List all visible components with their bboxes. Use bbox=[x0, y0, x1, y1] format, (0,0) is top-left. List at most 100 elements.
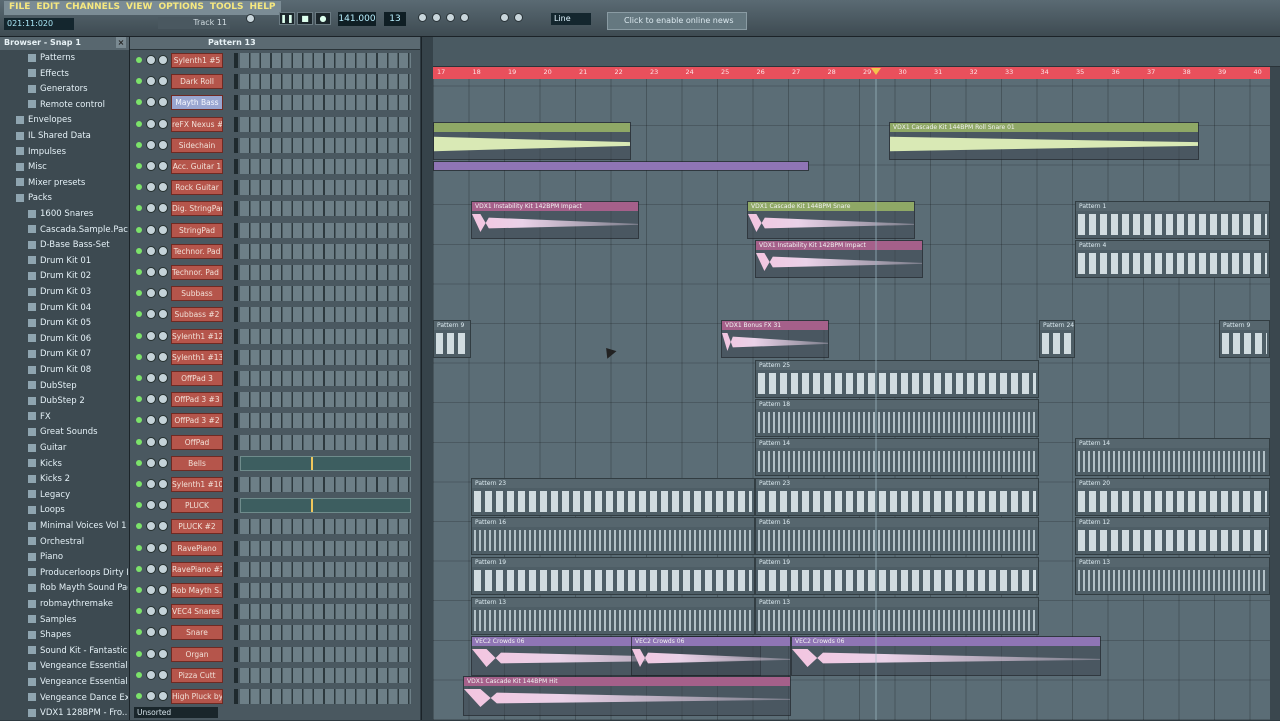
tool-icon[interactable] bbox=[446, 13, 455, 22]
step-sequencer[interactable] bbox=[240, 307, 411, 323]
channel-button[interactable]: OffPad 3 bbox=[171, 371, 223, 386]
pan-knob[interactable] bbox=[146, 436, 156, 447]
step-sequencer[interactable] bbox=[240, 286, 411, 302]
pattern-clip[interactable]: Pattern 13 bbox=[1075, 557, 1270, 595]
step-sequencer[interactable] bbox=[240, 349, 411, 365]
volume-knob[interactable] bbox=[158, 691, 168, 701]
browser-item[interactable]: Minimal Voices Vol 1 bbox=[0, 519, 128, 534]
pattern-clip[interactable]: Pattern 13 bbox=[471, 597, 755, 635]
channel-led[interactable] bbox=[136, 99, 142, 106]
pan-knob[interactable] bbox=[146, 500, 156, 511]
volume-knob[interactable] bbox=[158, 351, 168, 362]
channel-button[interactable]: Sylenth1 #13 bbox=[171, 349, 223, 365]
pattern-clip[interactable]: Pattern 14 bbox=[1075, 438, 1270, 476]
browser-item[interactable]: Patterns bbox=[0, 51, 128, 66]
playback-marker-icon[interactable] bbox=[871, 68, 881, 75]
volume-knob[interactable] bbox=[158, 76, 168, 87]
step-sequencer[interactable] bbox=[240, 583, 411, 598]
channel-led[interactable] bbox=[136, 544, 142, 551]
channel-led[interactable] bbox=[136, 375, 142, 381]
channel-button[interactable]: reFX Nexus #3 bbox=[171, 116, 223, 132]
browser-item[interactable]: Drum Kit 07 bbox=[0, 347, 128, 362]
browser-item[interactable]: Producerloops Dirty K... bbox=[0, 566, 128, 581]
browser-item[interactable]: FX bbox=[0, 410, 128, 425]
volume-knob[interactable] bbox=[158, 415, 168, 426]
pan-knob[interactable] bbox=[146, 648, 156, 659]
browser-item[interactable]: Effects bbox=[0, 67, 128, 82]
channel-led[interactable] bbox=[136, 417, 142, 424]
step-sequencer[interactable] bbox=[240, 392, 411, 408]
browser-item[interactable]: 1600 Snares bbox=[0, 207, 128, 222]
pan-knob[interactable] bbox=[146, 267, 156, 277]
pattern-clip[interactable]: Pattern 12 bbox=[1075, 517, 1270, 555]
pattern-clip[interactable]: Pattern 13 bbox=[755, 597, 1039, 635]
record-button[interactable]: ● bbox=[315, 12, 331, 25]
audio-clip[interactable]: VDX1 Instability Kit 142BPM Impact bbox=[471, 201, 639, 239]
browser-item[interactable]: Piano bbox=[0, 550, 128, 565]
browser-item[interactable]: Drum Kit 06 bbox=[0, 332, 128, 347]
channel-button[interactable]: OffPad 3 #2 bbox=[171, 413, 223, 429]
pan-knob[interactable] bbox=[146, 415, 156, 426]
menu-file[interactable]: FILE bbox=[7, 1, 32, 15]
step-sequencer[interactable] bbox=[240, 74, 411, 90]
step-sequencer[interactable] bbox=[240, 646, 411, 662]
volume-knob[interactable] bbox=[158, 118, 168, 129]
channel-button[interactable]: OffPad bbox=[171, 434, 223, 450]
browser-item[interactable]: Vengeance Essential ... bbox=[0, 659, 128, 674]
step-sequencer[interactable] bbox=[240, 519, 411, 535]
browser-item[interactable]: Kicks 2 bbox=[0, 472, 128, 487]
browser-item[interactable]: Vengeance Dance Ex... bbox=[0, 691, 128, 706]
playlist-scrollbar[interactable] bbox=[1270, 67, 1280, 720]
pan-knob[interactable] bbox=[146, 691, 156, 701]
volume-knob[interactable] bbox=[158, 606, 168, 617]
channel-button[interactable]: Rob Mayth S... bbox=[171, 583, 223, 598]
browser-item[interactable]: IL Shared Data bbox=[0, 129, 128, 144]
volume-knob[interactable] bbox=[158, 542, 168, 553]
channel-button[interactable]: Sylenth1 #12 bbox=[171, 328, 223, 344]
volume-knob[interactable] bbox=[158, 394, 168, 405]
channel-led[interactable] bbox=[136, 311, 142, 318]
step-sequencer[interactable] bbox=[240, 180, 411, 196]
pattern-clip[interactable]: Pattern 14 bbox=[755, 438, 1039, 476]
volume-knob[interactable] bbox=[158, 627, 168, 638]
browser-item[interactable]: VDX1 128BPM - Fro... bbox=[0, 706, 128, 721]
channel-led[interactable] bbox=[136, 396, 142, 403]
channel-button[interactable]: Mayth Bass bbox=[171, 95, 223, 111]
channel-button[interactable]: Snare bbox=[171, 625, 223, 641]
browser-item[interactable]: Samples bbox=[0, 613, 128, 628]
step-sequencer[interactable] bbox=[240, 328, 411, 344]
volume-knob[interactable] bbox=[158, 563, 168, 574]
pan-knob[interactable] bbox=[146, 585, 156, 595]
browser-item[interactable]: DubStep 2 bbox=[0, 394, 128, 409]
browser-item[interactable]: Drum Kit 01 bbox=[0, 254, 128, 269]
browser-item[interactable]: Cascada.Sample.Pac... bbox=[0, 223, 128, 238]
channel-led[interactable] bbox=[136, 353, 142, 360]
channel-button[interactable]: Technor. Pad bbox=[171, 243, 223, 259]
audio-clip[interactable]: VDX1 Instability Kit 142BPM Impact bbox=[755, 240, 923, 278]
step-sequencer[interactable] bbox=[240, 137, 411, 153]
menu-edit[interactable]: EDIT bbox=[34, 1, 61, 15]
pan-knob[interactable] bbox=[146, 563, 156, 574]
step-sequencer[interactable] bbox=[240, 477, 411, 492]
channel-led[interactable] bbox=[136, 565, 142, 572]
audio-clip[interactable] bbox=[433, 122, 631, 160]
channel-led[interactable] bbox=[136, 459, 142, 466]
pan-knob[interactable] bbox=[146, 542, 156, 553]
step-sequencer[interactable] bbox=[240, 689, 411, 704]
step-sequencer[interactable] bbox=[240, 498, 411, 514]
volume-knob[interactable] bbox=[158, 521, 168, 532]
channel-button[interactable]: RavePiano bbox=[171, 540, 223, 556]
volume-knob[interactable] bbox=[158, 288, 168, 299]
channel-led[interactable] bbox=[136, 438, 142, 445]
menu-tools[interactable]: TOOLS bbox=[208, 1, 246, 15]
channel-led[interactable] bbox=[136, 78, 142, 85]
channel-led[interactable] bbox=[136, 587, 142, 593]
channel-button[interactable]: Technor. Pad ... bbox=[171, 265, 223, 280]
channel-button[interactable]: RavePiano #2 bbox=[171, 561, 223, 577]
step-sequencer[interactable] bbox=[240, 371, 411, 386]
browser-item[interactable]: Guitar bbox=[0, 441, 128, 456]
pattern-clip[interactable]: Pattern 1 bbox=[1075, 201, 1270, 239]
browser-item[interactable]: Vengeance Essential ... bbox=[0, 675, 128, 690]
channel-button[interactable]: Pizza Cutt bbox=[171, 667, 223, 683]
pattern-clip[interactable]: Pattern 9 bbox=[1219, 320, 1270, 358]
